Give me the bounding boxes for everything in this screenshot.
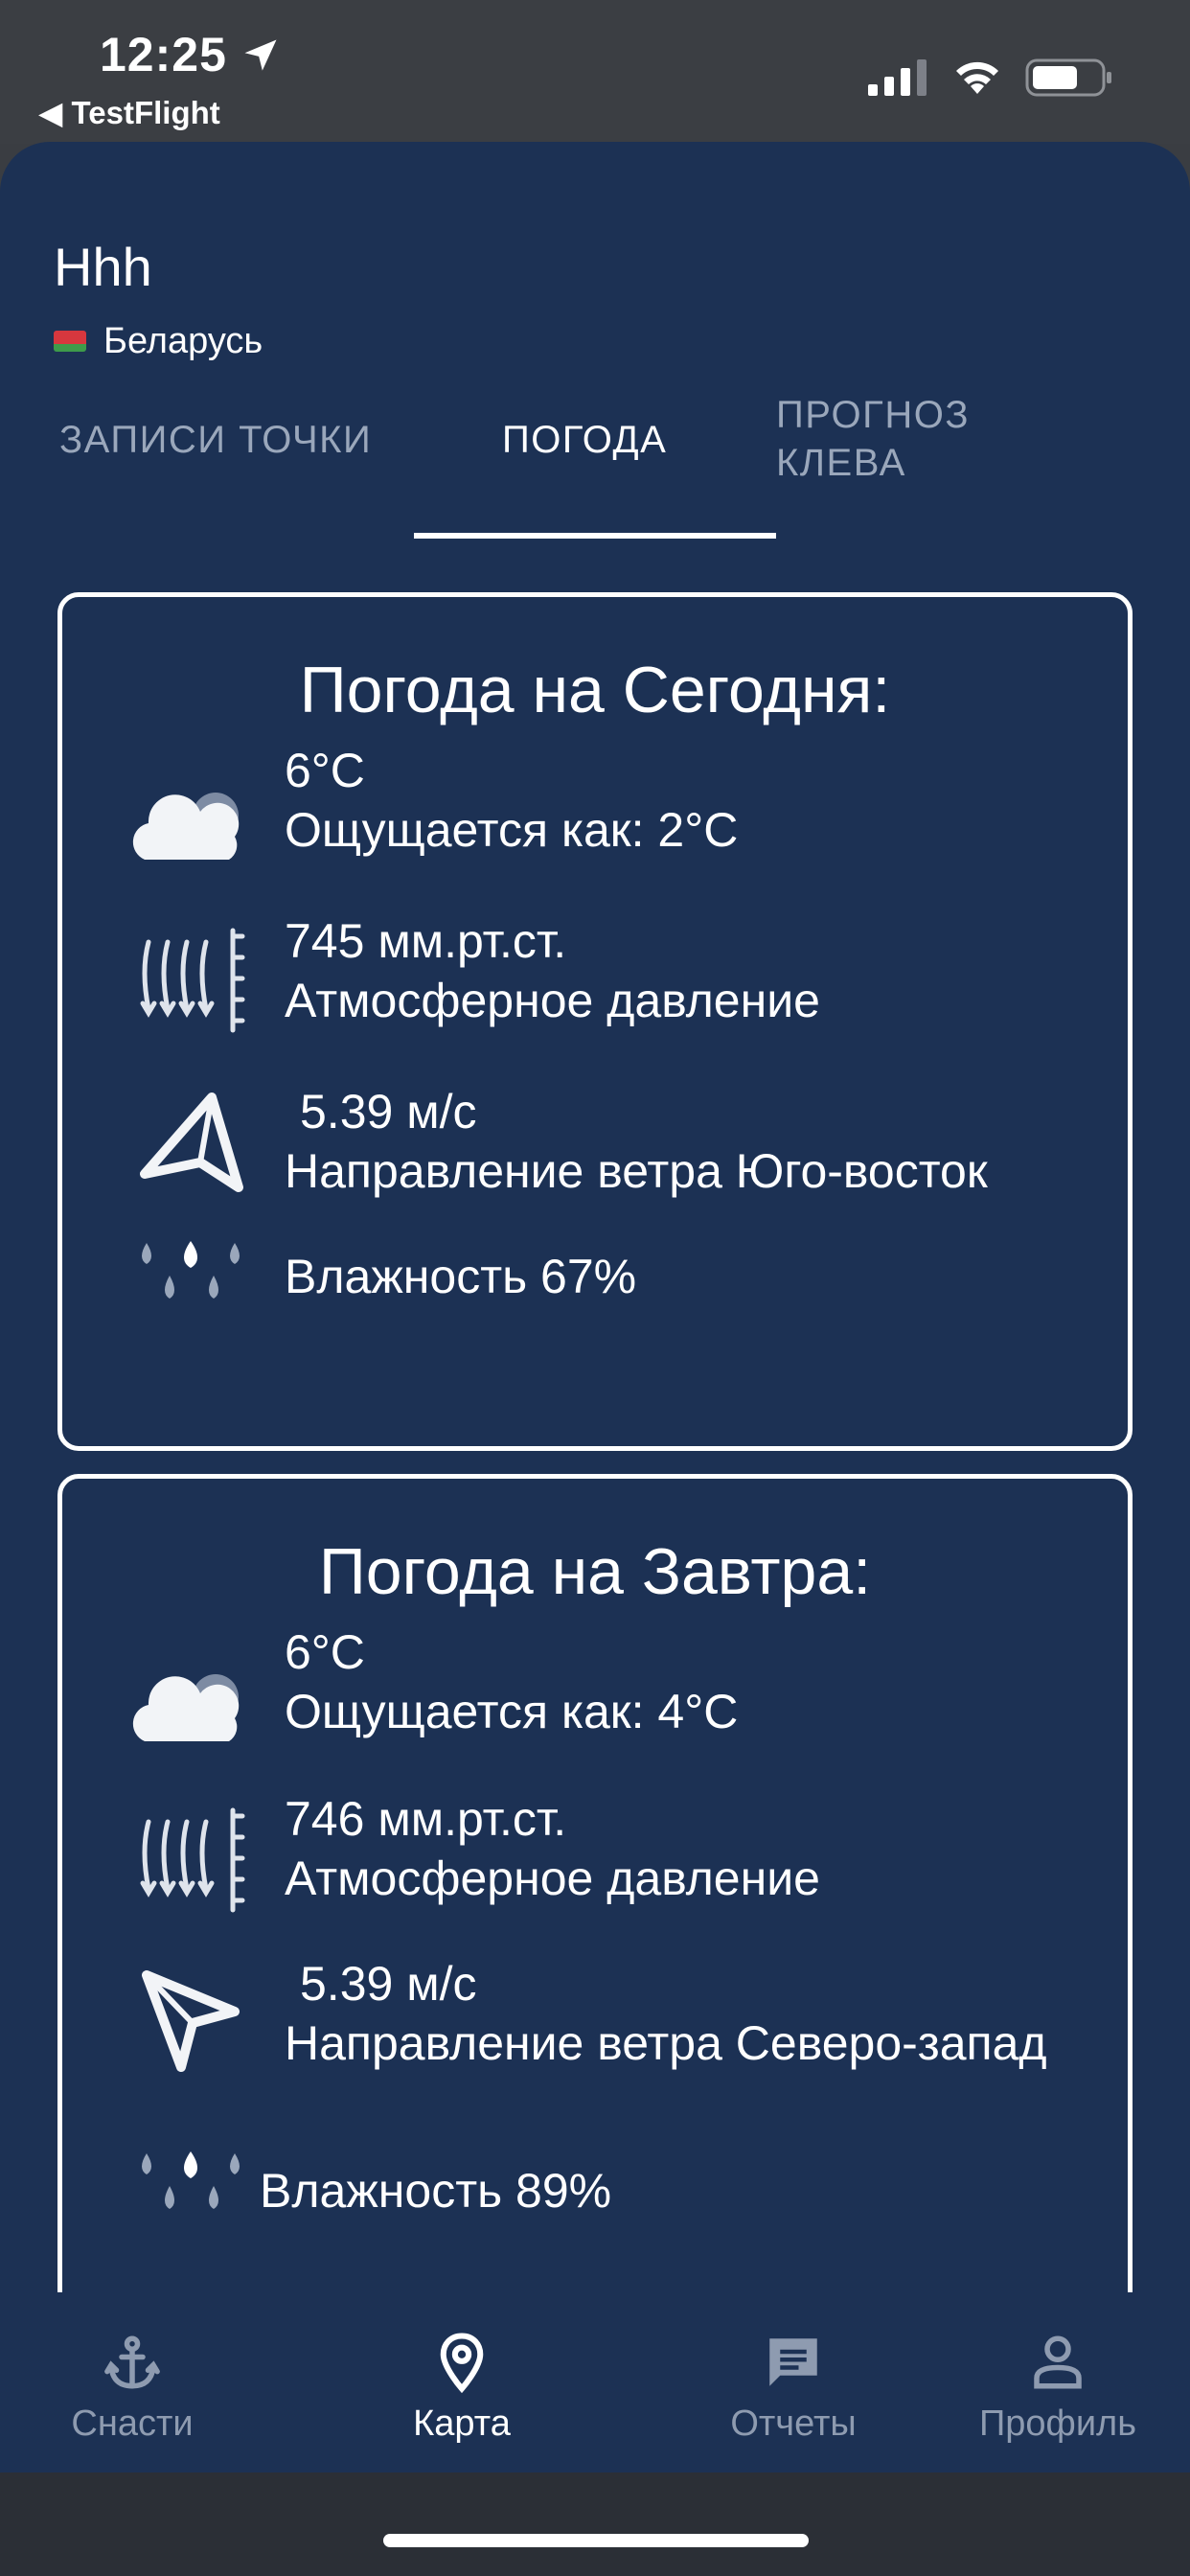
country-label: Беларусь — [54, 320, 263, 362]
weather-tomorrow-title: Погода на Завтра: — [318, 1535, 872, 1608]
battery-icon — [1025, 58, 1111, 97]
today-pressure-value: 745 мм.рт.ст. — [285, 914, 567, 968]
today-feels-like: Ощущается как: 2°C — [285, 803, 739, 857]
weather-today-title: Погода на Сегодня: — [299, 654, 891, 726]
point-detail-sheet: Hhh Беларусь ЗАПИСИ ТОЧКИ ПОГОДА ПРОГНОЗ… — [0, 142, 1190, 2576]
wifi-icon — [956, 61, 998, 94]
cloud-icon — [132, 1674, 240, 1741]
tomorrow-feels-like: Ощущается как: 4°C — [285, 1685, 739, 1738]
today-pressure-label: Атмосферное давление — [285, 974, 820, 1027]
weather-tomorrow-card: Погода на Завтра: 6°C Ощущается как: 4°C… — [57, 1474, 1133, 2336]
tomorrow-pressure-label: Атмосферное давление — [285, 1852, 820, 1905]
today-wind-speed: 5.39 м/с — [300, 1085, 477, 1138]
belarus-flag-icon — [54, 331, 86, 352]
tab-bite-forecast[interactable]: ПРОГНОЗ КЛЕВА — [776, 391, 970, 487]
nav-reports[interactable]: Отчеты — [669, 2292, 918, 2472]
map-pin-icon — [440, 2333, 484, 2394]
tab-weather[interactable]: ПОГОДА — [502, 416, 667, 464]
tomorrow-wind-speed: 5.39 м/с — [300, 1957, 477, 2011]
pressure-icon — [140, 1807, 245, 1913]
today-humidity: Влажность 67% — [285, 1250, 637, 1303]
tomorrow-humidity: Влажность 89% — [260, 2164, 612, 2218]
humidity-drops-icon — [142, 1241, 240, 1299]
humidity-drops-icon — [142, 2151, 240, 2209]
nav-map-label: Карта — [413, 2404, 511, 2444]
nav-reports-label: Отчеты — [730, 2404, 857, 2444]
bottom-navigation: Снасти Карта Отчеты Профиль — [0, 2292, 1190, 2472]
chat-icon — [769, 2338, 817, 2386]
anchor-icon — [104, 2335, 160, 2389]
tab-bite-forecast-line1: ПРОГНОЗ — [776, 394, 970, 436]
home-indicator-area — [0, 2472, 1190, 2576]
place-title: Hhh — [54, 237, 152, 297]
nav-map[interactable]: Карта — [337, 2292, 586, 2472]
today-temperature: 6°C — [285, 744, 365, 797]
pressure-icon — [140, 928, 245, 1033]
status-time: 12:25 — [100, 28, 227, 81]
nav-gear[interactable]: Снасти — [8, 2292, 257, 2472]
location-arrow-icon — [244, 39, 277, 71]
tomorrow-pressure-value: 746 мм.рт.ст. — [285, 1792, 567, 1846]
wind-direction-arrow-icon — [140, 1092, 243, 1192]
wind-direction-arrow-icon — [142, 1970, 240, 2072]
status-bar: 12:25 ◀ TestFlight — [0, 0, 1190, 144]
tomorrow-temperature: 6°C — [285, 1625, 365, 1679]
person-icon — [1034, 2335, 1082, 2389]
tomorrow-wind-direction: Направление ветра Северо-запад — [285, 2016, 1047, 2070]
weather-today-card: Погода на Сегодня: 6°C Ощущается как: 2°… — [57, 592, 1133, 1451]
nav-profile[interactable]: Профиль — [933, 2292, 1182, 2472]
nav-profile-label: Профиль — [978, 2404, 1137, 2444]
home-indicator[interactable] — [383, 2534, 809, 2547]
cloud-icon — [132, 793, 240, 860]
active-tab-indicator — [414, 533, 776, 539]
cellular-signal-icon — [868, 59, 927, 96]
tab-bite-forecast-line2: КЛЕВА — [776, 442, 906, 484]
country-name: Беларусь — [103, 320, 263, 361]
tab-point-records[interactable]: ЗАПИСИ ТОЧКИ — [59, 416, 372, 464]
today-wind-direction: Направление ветра Юго-восток — [285, 1144, 988, 1198]
back-to-testflight-link[interactable]: ◀ TestFlight — [38, 94, 220, 131]
nav-gear-label: Снасти — [71, 2404, 194, 2444]
tab-bar: ЗАПИСИ ТОЧКИ ПОГОДА ПРОГНОЗ КЛЕВА — [0, 391, 1190, 496]
